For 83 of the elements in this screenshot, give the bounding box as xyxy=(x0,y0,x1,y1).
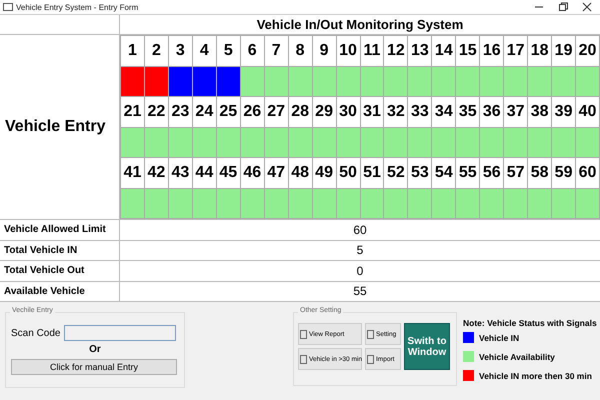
manual-entry-button[interactable]: Click for manual Entry xyxy=(11,359,177,375)
slot-number: 24 xyxy=(192,97,216,126)
legend-title: Note: Vehicle Status with Signals xyxy=(463,318,597,328)
scan-code-label: Scan Code xyxy=(11,328,60,338)
slot-number: 18 xyxy=(528,36,552,66)
slot-number: 29 xyxy=(312,97,336,126)
slot-number: 40 xyxy=(576,97,599,126)
slot-number: 17 xyxy=(504,36,528,66)
or-label: Or xyxy=(88,344,102,355)
slot-number: 39 xyxy=(552,97,576,126)
slot-number: 10 xyxy=(336,36,360,66)
slot-number: 51 xyxy=(360,158,384,188)
slot-number: 42 xyxy=(144,158,168,188)
slot-number: 15 xyxy=(456,36,480,66)
summary-value: 5 xyxy=(120,240,600,261)
slot-number: 11 xyxy=(360,36,384,66)
slot-number: 14 xyxy=(432,36,456,66)
slot-number: 4 xyxy=(192,36,216,66)
slot-number: 23 xyxy=(168,97,192,126)
slot-number: 36 xyxy=(480,97,504,126)
slot-number: 57 xyxy=(504,158,528,188)
restore-button[interactable] xyxy=(558,2,568,12)
scan-code-field[interactable] xyxy=(64,325,176,341)
legend-label: Vehicle IN more then 30 min xyxy=(479,370,592,380)
summary-label: Total Vehicle IN xyxy=(0,240,120,261)
slot-number: 52 xyxy=(384,158,408,188)
summary-value: 55 xyxy=(120,282,600,302)
slot-number: 34 xyxy=(432,97,456,126)
slot-number: 48 xyxy=(288,158,312,188)
slot-number: 58 xyxy=(528,158,552,188)
slot-number: 50 xyxy=(336,158,360,188)
slot-number: 32 xyxy=(384,97,408,126)
slot-number: 44 xyxy=(192,158,216,188)
slot-number: 16 xyxy=(480,36,504,66)
slot-number: 41 xyxy=(121,158,144,188)
summary-value: 0 xyxy=(120,261,600,282)
slot-number: 6 xyxy=(240,36,264,66)
slot-number: 19 xyxy=(552,36,576,66)
slot-number: 26 xyxy=(240,97,264,126)
slot-number: 54 xyxy=(432,158,456,188)
slot-number: 2 xyxy=(144,36,168,66)
window-title: Vehicle Entry System - Entry Form xyxy=(16,2,140,12)
slot-number: 49 xyxy=(312,158,336,188)
slot-number: 59 xyxy=(552,158,576,188)
slot-number: 38 xyxy=(528,97,552,126)
slot-number: 9 xyxy=(312,36,336,66)
switch-window-button[interactable]: Swith to Window xyxy=(404,323,450,370)
slot-number: 21 xyxy=(121,97,144,126)
slot-number: 55 xyxy=(456,158,480,188)
slot-number: 60 xyxy=(576,158,599,188)
summary-label: Total Vehicle Out xyxy=(0,261,120,282)
slot-number: 22 xyxy=(144,97,168,126)
slot-number: 5 xyxy=(216,36,240,66)
slot-number: 37 xyxy=(504,97,528,126)
slot-number: 43 xyxy=(168,158,192,188)
close-button[interactable] xyxy=(582,2,592,12)
slot-number: 56 xyxy=(480,158,504,188)
slot-number: 46 xyxy=(240,158,264,188)
slot-number: 35 xyxy=(456,97,480,126)
slot-number: 33 xyxy=(408,97,432,126)
app-icon xyxy=(3,3,13,11)
slot-number: 13 xyxy=(408,36,432,66)
legend-label: Vehicle IN xyxy=(479,332,520,342)
slot-number: 31 xyxy=(360,97,384,126)
slot-number: 25 xyxy=(216,97,240,126)
slot-number: 45 xyxy=(216,158,240,188)
slot-number: 12 xyxy=(384,36,408,66)
slot-number: 3 xyxy=(168,36,192,66)
summary-label: Available Vehicle xyxy=(0,282,120,302)
slot-number: 1 xyxy=(121,36,144,66)
side-label: Vehicle Entry xyxy=(0,35,120,219)
slot-number: 20 xyxy=(576,36,599,66)
summary-label: Vehicle Allowed Limit xyxy=(0,220,120,240)
slot-number: 7 xyxy=(264,36,288,66)
slot-number: 28 xyxy=(288,97,312,126)
legend-label: Vehicle Availability xyxy=(479,352,555,362)
slot-number: 30 xyxy=(336,97,360,126)
slot-number: 53 xyxy=(408,158,432,188)
slot-number: 8 xyxy=(288,36,312,66)
slot-number: 27 xyxy=(264,97,288,126)
summary-value: 60 xyxy=(120,220,600,240)
monitor-title: Vehicle In/Out Monitoring System xyxy=(120,15,600,35)
slot-number: 47 xyxy=(264,158,288,188)
